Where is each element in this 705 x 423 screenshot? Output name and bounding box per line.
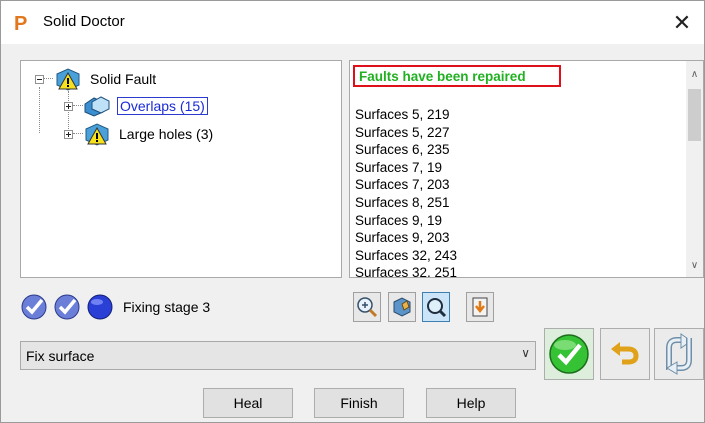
view-model-button[interactable] [388,292,416,322]
vertical-scrollbar[interactable]: ∧ ∨ [686,61,703,277]
scroll-thumb[interactable] [688,89,701,141]
tree-connector [39,87,41,133]
fix-method-value: Fix surface [26,348,95,364]
fixing-stage-indicator: Fixing stage 3 [20,293,210,321]
tree-node-large-holes[interactable]: Large holes (3) [64,122,215,146]
tree-node-label: Solid Fault [90,71,157,87]
stage-complete-icon [54,294,80,320]
warning-solid-icon [85,123,109,146]
export-list-button[interactable] [466,292,494,322]
list-item: Surfaces 5, 227 [355,124,450,140]
close-button[interactable]: ✕ [660,1,704,44]
swap-button[interactable] [654,328,704,380]
p-logo-icon: P [11,10,33,34]
list-item: Surfaces 6, 235 [355,142,450,158]
fix-method-dropdown[interactable]: Fix surface ∨ [20,341,536,370]
list-item: Surfaces 9, 19 [355,212,443,228]
chevron-down-icon: ∨ [521,346,530,360]
list-item: Surfaces 7, 19 [355,159,443,175]
warning-solid-icon [56,68,80,91]
list-item: Surfaces 5, 219 [355,107,450,122]
zoom-in-button[interactable] [353,292,381,322]
window-title: Solid Doctor [43,13,125,30]
scroll-up-icon[interactable]: ∧ [686,66,703,83]
help-button[interactable]: Help [426,388,516,418]
list-item: Surfaces 7, 203 [355,177,450,193]
stage-complete-icon [21,294,47,320]
expand-toggle-icon[interactable] [64,129,73,139]
repair-status-box: Faults have been repaired [353,65,561,87]
magnify-button[interactable] [422,292,450,322]
undo-arrow-icon [611,342,639,365]
finish-button[interactable]: Finish [314,388,404,418]
stage-current-icon [87,294,113,320]
scroll-down-icon[interactable]: ∨ [686,257,703,274]
fault-tree[interactable]: Solid Fault Overlaps (15) Large holes (3… [20,60,342,278]
title-bar[interactable]: P Solid Doctor ✕ [1,1,704,44]
export-list-icon [472,297,488,317]
swap-arrows-icon [666,333,692,375]
list-item: Surfaces 9, 203 [355,230,450,246]
zoom-in-icon [357,297,378,318]
fixing-stage-label: Fixing stage 3 [123,299,211,315]
list-item: Surfaces 32, 243 [355,247,458,263]
list-item: Surfaces 8, 251 [355,194,450,210]
solid-doctor-dialog: P Solid Doctor ✕ Solid Fault Overlaps (1… [0,0,705,423]
tree-node-label: Overlaps (15) [117,97,208,115]
magnify-icon [427,298,447,318]
repair-status-text: Faults have been repaired [359,69,526,84]
collapse-toggle-icon[interactable] [35,74,44,84]
surface-pair-list: Surfaces 5, 219 Surfaces 5, 227 Surfaces… [355,106,458,278]
accept-button[interactable] [544,328,594,380]
fault-details-panel[interactable]: Faults have been repaired Surfaces 5, 21… [349,60,704,278]
svg-text:P: P [14,13,27,34]
heal-button[interactable]: Heal [203,388,293,418]
green-check-icon [549,334,589,374]
overlap-solid-icon [84,96,110,117]
list-item: Surfaces 32, 251 [355,265,458,278]
expand-toggle-icon[interactable] [64,101,73,111]
tree-node-solid-fault[interactable]: Solid Fault [35,67,158,91]
undo-button[interactable] [600,328,650,380]
close-icon: ✕ [672,9,692,35]
view-model-icon [393,297,411,317]
tree-node-label: Large holes (3) [119,126,214,142]
tree-node-overlaps[interactable]: Overlaps (15) [64,94,208,118]
